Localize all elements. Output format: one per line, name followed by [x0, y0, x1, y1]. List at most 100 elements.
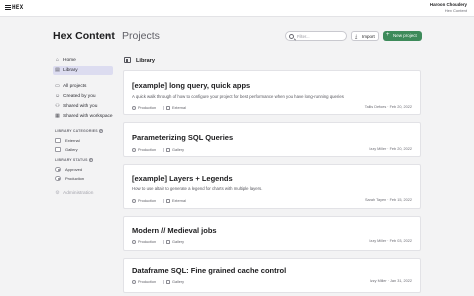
sidebar-item-shared-with-workspace[interactable]: ▦ Shared with workspace — [53, 112, 113, 121]
sidebar-item-label: Home — [63, 58, 76, 63]
library-icon: ▤ — [55, 67, 60, 73]
new-project-button[interactable]: + New project — [383, 31, 422, 41]
category-label: Gallery — [172, 147, 185, 152]
project-title[interactable]: [example] Layers + Legends — [132, 174, 233, 183]
import-label: Import — [362, 34, 375, 39]
status-label: Production — [138, 105, 157, 110]
status-label: Production — [65, 175, 85, 181]
updated-date: Feb 20, 2022 — [389, 147, 412, 151]
author-name: Tallis Defoes — [364, 105, 387, 109]
project-card[interactable]: Dataframe SQL: Fine grained cache contro… — [123, 258, 421, 293]
author-name: Sarah Tayen — [364, 198, 387, 202]
updated-date: Feb 20, 2022 — [389, 105, 412, 109]
updated-date: Feb 03, 2022 — [389, 239, 412, 243]
workspace-icon: ▦ — [55, 113, 60, 119]
project-card[interactable]: [example] long query, quick apps A quick… — [123, 70, 421, 115]
project-card[interactable]: Modern // Medieval jobs Production Galle… — [123, 216, 421, 251]
workspace-title[interactable]: Hex Content — [53, 30, 115, 42]
project-title[interactable]: Modern // Medieval jobs — [132, 226, 217, 235]
checkbox[interactable] — [55, 146, 61, 152]
project-byline: Izzy Miller · Jan 31, 2022 — [369, 279, 412, 283]
updated-date: Jan 31, 2022 — [390, 279, 412, 283]
sidebar-item-label: All projects — [63, 84, 87, 89]
category-icon — [166, 279, 170, 284]
sidebar-item-all-projects[interactable]: ▭ All projects — [53, 82, 113, 91]
divider — [163, 148, 164, 152]
author-name: Izzy Miller — [369, 239, 387, 243]
sidebar-item-home[interactable]: ⌂ Home — [53, 56, 113, 65]
sidebar-item-administration[interactable]: ⚙ Administration — [53, 189, 113, 198]
sidebar-item-library[interactable]: ▤ Library — [53, 66, 113, 75]
filter-input[interactable]: Filter... — [285, 31, 347, 41]
status-icon — [132, 198, 136, 203]
status-icon — [132, 279, 136, 284]
category-icon — [166, 105, 170, 110]
category-label: External — [172, 105, 186, 110]
import-icon: ⤓ — [355, 33, 358, 40]
status-icon — [132, 147, 136, 152]
project-title[interactable]: [example] long query, quick apps — [132, 81, 250, 90]
project-byline: Izzy Miller · Feb 03, 2022 — [369, 239, 412, 243]
sidebar-item-label: Created by you — [63, 94, 96, 99]
new-project-label: New project — [393, 33, 417, 38]
project-byline: Izzy Miller · Feb 20, 2022 — [369, 147, 412, 151]
sidebar-item-label: Administration — [63, 191, 94, 196]
logo-bars-icon — [5, 4, 11, 11]
user-menu[interactable]: Haroon Choudery Hex Content — [430, 2, 467, 13]
status-label: Production — [138, 239, 157, 244]
page-title: Projects — [122, 30, 160, 42]
checkbox[interactable] — [55, 175, 61, 181]
divider — [163, 106, 164, 110]
library-icon — [124, 57, 131, 63]
section-title: Library — [136, 57, 155, 64]
sidebar-item-created-by-you[interactable]: ☺ Created by you — [53, 92, 113, 101]
top-bar: HEX Haroon Choudery Hex Content — [0, 0, 474, 17]
library-status-heading: LIBRARY STATUS? — [55, 158, 93, 163]
divider — [163, 240, 164, 244]
category-icon — [166, 198, 170, 203]
sidebar-item-label: Shared with you — [63, 104, 98, 109]
category-label: External — [172, 198, 186, 203]
category-label: Gallery — [172, 279, 185, 284]
help-icon[interactable]: ? — [88, 158, 93, 163]
import-button[interactable]: ⤓ Import — [351, 31, 379, 41]
project-byline: Tallis Defoes · Feb 20, 2022 — [364, 105, 412, 109]
category-icon — [166, 147, 170, 152]
plus-icon: + — [386, 31, 390, 38]
library-categories-heading: LIBRARY CATEGORIES? — [55, 129, 103, 134]
chevron-down-icon[interactable]: ▾ — [107, 33, 110, 39]
project-description: How to use altair to generate a legend f… — [132, 186, 263, 191]
hex-logo[interactable]: HEX — [5, 4, 23, 11]
people-icon: ⚇ — [55, 103, 60, 109]
status-label: Production — [138, 198, 157, 203]
project-card[interactable]: Parameterizing SQL Queries Production Ga… — [123, 122, 421, 157]
checkbox[interactable] — [55, 166, 61, 172]
category-label: Gallery — [65, 146, 78, 152]
status-label: Production — [138, 279, 157, 284]
checkbox[interactable] — [55, 137, 61, 143]
status-dot-icon — [57, 178, 60, 181]
project-title[interactable]: Dataframe SQL: Fine grained cache contro… — [132, 266, 286, 275]
status-icon — [132, 239, 136, 244]
project-byline: Sarah Tayen · Feb 15, 2022 — [364, 198, 412, 202]
search-icon — [289, 33, 294, 39]
status-label: Production — [138, 147, 157, 152]
category-icon — [166, 239, 170, 244]
help-icon[interactable]: ? — [98, 129, 103, 134]
status-label: Approved — [65, 166, 83, 172]
user-org: Hex Content — [444, 8, 467, 13]
sidebar-item-shared-with-you[interactable]: ⚇ Shared with you — [53, 102, 113, 111]
folder-icon: ▭ — [55, 83, 60, 89]
sidebar-item-label: Library — [63, 68, 78, 73]
filter-placeholder: Filter... — [297, 34, 310, 39]
sidebar-item-label: Shared with workspace — [63, 114, 113, 119]
project-description: A quick walk through of how to configure… — [132, 94, 344, 99]
category-label: External — [65, 137, 80, 143]
divider — [163, 280, 164, 284]
author-name: Izzy Miller — [369, 279, 387, 283]
status-dot-icon — [57, 169, 60, 172]
project-title[interactable]: Parameterizing SQL Queries — [132, 133, 233, 142]
divider — [163, 199, 164, 203]
gear-icon: ⚙ — [55, 190, 60, 196]
project-card[interactable]: [example] Layers + Legends How to use al… — [123, 164, 421, 209]
